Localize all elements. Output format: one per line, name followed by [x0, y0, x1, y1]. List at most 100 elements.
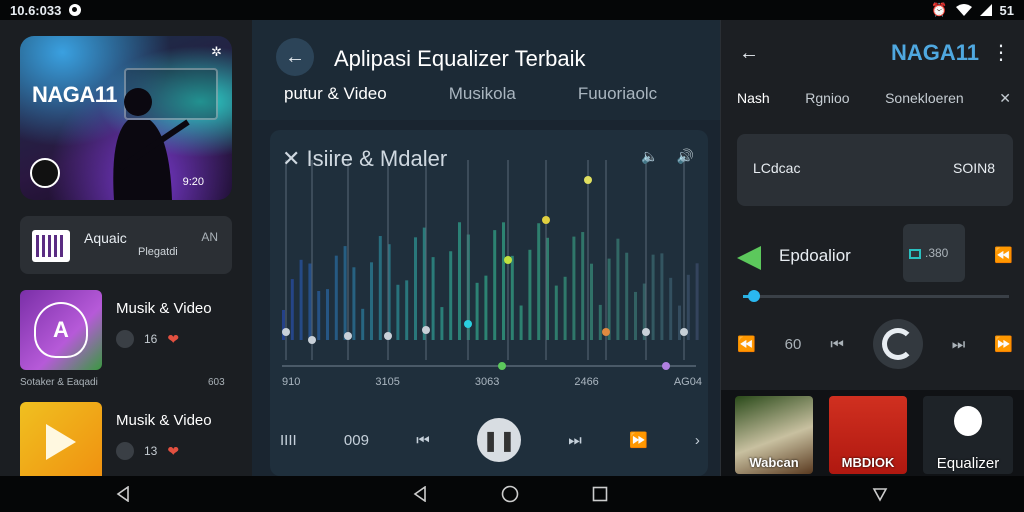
- spectrum-bar: [343, 246, 347, 340]
- skip-previous-icon[interactable]: ⏮: [830, 336, 844, 353]
- equalizer-header: ← Aplipasi Equalizer Terbaik putur & Vid…: [252, 20, 720, 120]
- app-row[interactable]: Aquaic Plegatdi AN: [20, 216, 232, 274]
- back-nav-icon[interactable]: [114, 485, 132, 503]
- equalizer-panel: ← Aplipasi Equalizer Terbaik putur & Vid…: [252, 20, 720, 476]
- back-button[interactable]: ←: [276, 38, 314, 76]
- preset-value: SOIN8: [952, 160, 995, 176]
- album-tile[interactable]: MBDIOK: [829, 396, 907, 474]
- home-nav-icon[interactable]: [501, 485, 519, 503]
- pause-icon: ❚❚: [482, 429, 516, 452]
- slider-knob[interactable]: [747, 290, 760, 302]
- eq-band-knob: [542, 216, 550, 224]
- fast-forward-icon[interactable]: ⏩: [629, 431, 648, 449]
- close-icon[interactable]: ✕: [282, 146, 307, 171]
- keyboard-hide-icon[interactable]: [871, 485, 889, 503]
- skip-previous-icon[interactable]: ⏮: [416, 432, 430, 449]
- eq-band-knob: [602, 328, 610, 336]
- spectrum-bar: [352, 267, 356, 340]
- spectrum-bar: [651, 254, 655, 340]
- media-card[interactable]: A Musik & Video 16 ❤: [20, 290, 232, 370]
- player-panel: ← NAGA11 ⋮ Nash Rgnioo Sonekloeren ✕ LCd…: [720, 20, 1024, 476]
- frequency-labels: 910 3105 3063 2466 AG04: [282, 376, 702, 388]
- fast-forward-icon[interactable]: ⏩: [994, 335, 1013, 353]
- media-card[interactable]: Musik & Video 13 ❤: [20, 402, 232, 482]
- eq-band-knob: [308, 336, 316, 344]
- spectrum-bar: [405, 280, 409, 340]
- eq-band-knob: [282, 328, 290, 336]
- close-icon[interactable]: ✕: [999, 90, 1011, 107]
- wifi-icon: [955, 4, 972, 16]
- equalizer-row: Epdoalior .380 ⏪: [737, 224, 1013, 284]
- eq-band-knob: [584, 176, 592, 184]
- rewind-icon[interactable]: ⏪: [994, 246, 1013, 264]
- volume-icon[interactable]: 🔈: [641, 148, 658, 165]
- tab-rgnioo[interactable]: Rgnioo: [805, 90, 849, 107]
- spectrum-bar: [484, 275, 488, 340]
- more-vert-icon[interactable]: ⋮: [991, 40, 1011, 65]
- heart-icon[interactable]: ❤: [167, 331, 179, 348]
- brand-logo: NAGA11: [891, 40, 980, 65]
- preset-box[interactable]: LCdcac SOIN8: [737, 134, 1013, 206]
- volume-high-icon[interactable]: 🔊: [677, 148, 694, 165]
- tab-music[interactable]: Musikola: [449, 84, 516, 104]
- playback-controls: IIII 009 ⏮ ❚❚ ⏭ ⏩ ›: [280, 418, 700, 462]
- spectrum-bar: [519, 305, 523, 340]
- spectrum-bar: [607, 258, 611, 340]
- freq-label: AG04: [673, 376, 702, 388]
- hero-duration: 9:20: [182, 176, 204, 188]
- media-thumbnail: [20, 402, 102, 482]
- tab-video[interactable]: putur & Video: [284, 84, 387, 104]
- more-icon[interactable]: ›: [695, 432, 700, 449]
- track-counter: 60: [784, 335, 802, 353]
- eq-band-knob: [344, 332, 352, 340]
- eq-baseline-knob: [498, 362, 506, 370]
- tab-favorites[interactable]: Fuuoriaolc: [578, 84, 657, 104]
- left-panel: NAGA11 ✲ 9:20 Aquaic Plegatdi AN A Musik…: [0, 20, 252, 482]
- spectrum-bar: [440, 307, 444, 340]
- equalizer-chip[interactable]: .380: [903, 224, 965, 282]
- equalizer-tile[interactable]: Equalizer: [923, 396, 1013, 474]
- spectrum-bar: [695, 263, 699, 340]
- skip-next-icon[interactable]: ⏭: [568, 432, 582, 449]
- spectrum-bar: [563, 276, 567, 340]
- freq-label: 910: [282, 376, 301, 388]
- recents-nav-icon[interactable]: [591, 485, 609, 503]
- eq-band-knob: [504, 256, 512, 264]
- equalizer-title: ✕ Isiire & Mdaler: [282, 146, 448, 171]
- spectrum-bar: [625, 252, 629, 340]
- play-pause-button[interactable]: [872, 319, 923, 369]
- skip-next-icon[interactable]: ⏭: [952, 336, 966, 353]
- spectrum-bar: [290, 279, 294, 340]
- spectrum-bar: [414, 237, 417, 340]
- pause-button[interactable]: ❚❚: [476, 418, 521, 462]
- rewind-icon[interactable]: ⏪: [737, 335, 756, 353]
- tab-bar: putur & Video Musikola Fuuoriaolc: [284, 84, 657, 104]
- navigation-bar: [0, 476, 1024, 512]
- player-tabs: Nash Rgnioo Sonekloeren ✕: [737, 90, 1011, 107]
- eq-band-knob: [464, 320, 472, 328]
- spectrum-bar: [528, 249, 532, 340]
- spectrum-bar: [598, 304, 602, 340]
- spectrum-bar: [422, 227, 426, 340]
- sparkle-icon[interactable]: ✲: [211, 44, 222, 60]
- album-tile[interactable]: Wabcan: [735, 396, 813, 474]
- caption-value: 603: [208, 377, 225, 388]
- spectrum-bar: [537, 223, 541, 340]
- spectrum-bar: [475, 282, 479, 340]
- tab-sonekloeren[interactable]: Sonekloeren: [885, 90, 964, 107]
- featured-banner[interactable]: NAGA11 ✲ 9:20: [20, 36, 232, 200]
- media-card-title: Musik & Video: [116, 300, 212, 317]
- back-nav-icon[interactable]: [411, 485, 429, 503]
- spectrum-bar: [378, 236, 382, 340]
- square-icon: [909, 248, 921, 259]
- seek-slider[interactable]: [743, 290, 1009, 302]
- heart-icon[interactable]: ❤: [167, 443, 179, 460]
- preset-label: LCdcac: [753, 160, 801, 176]
- spectrum-bar: [678, 305, 681, 340]
- loading-ring-icon: [881, 328, 914, 360]
- tab-nash[interactable]: Nash: [737, 90, 770, 107]
- eq-baseline-knob: [662, 362, 670, 370]
- spectrum-bar: [317, 290, 321, 340]
- spectrum-bar: [590, 263, 593, 340]
- arrow-left-icon[interactable]: ←: [739, 42, 759, 65]
